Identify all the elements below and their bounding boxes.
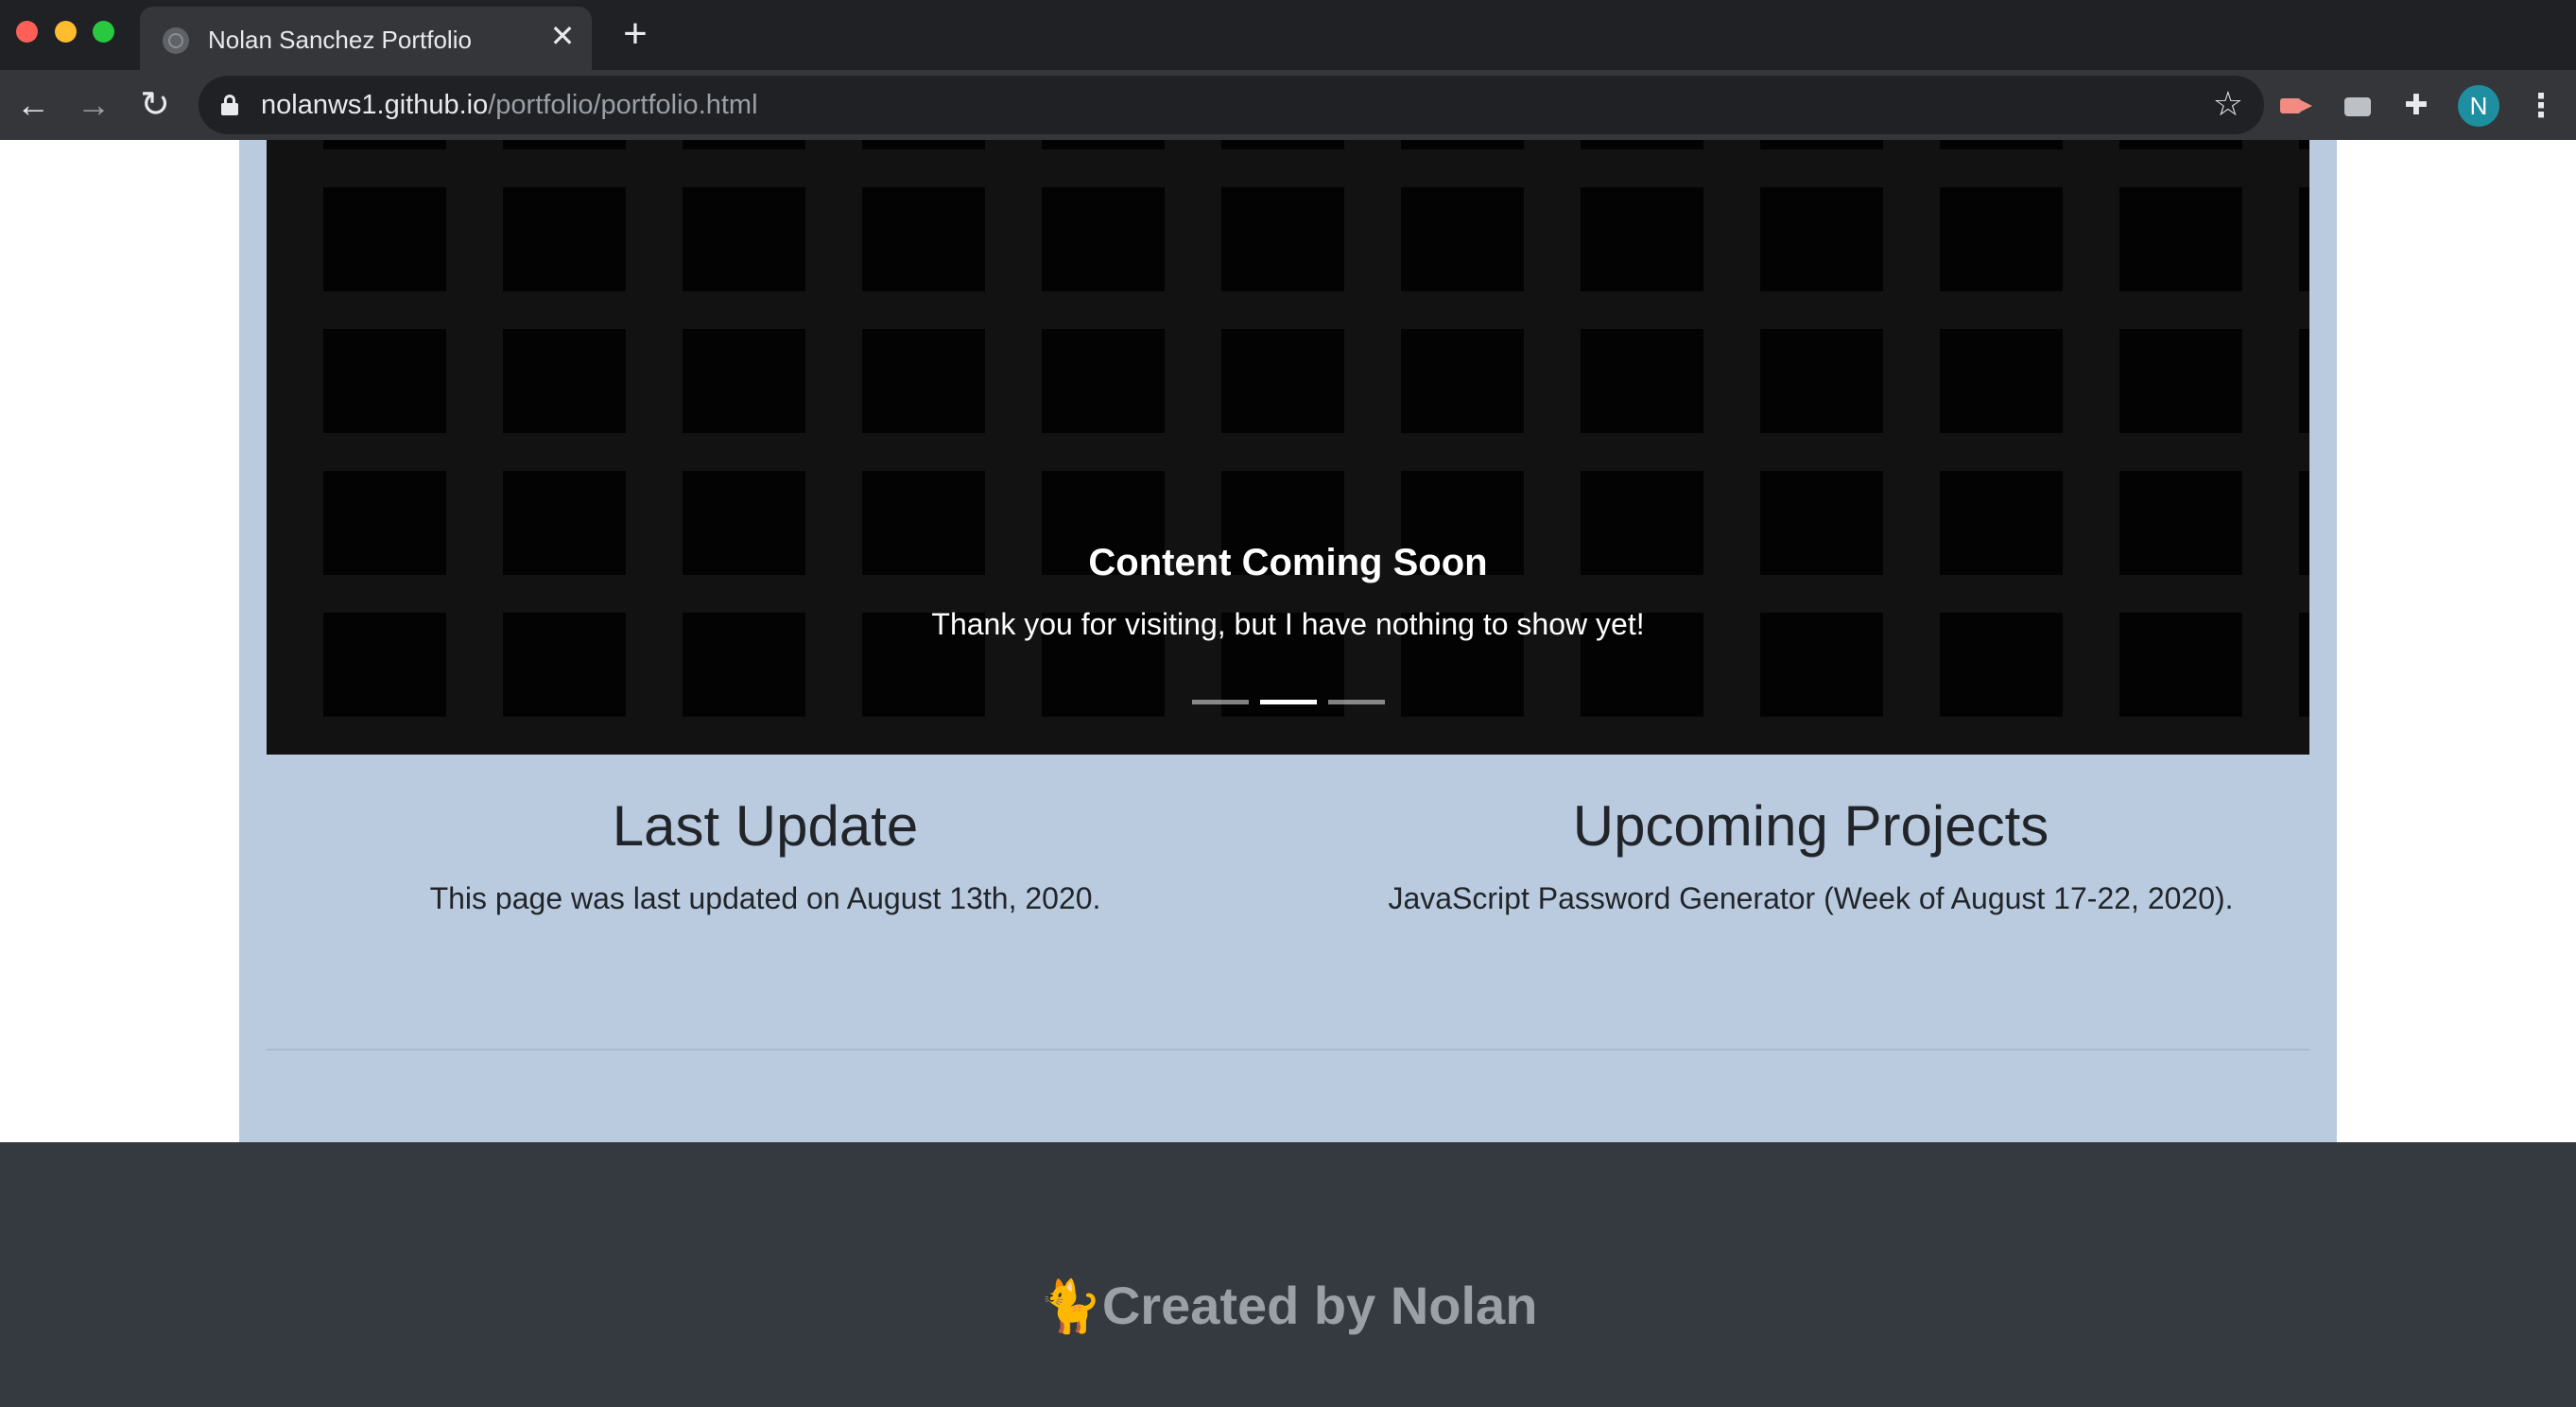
video-extension-icon[interactable] bbox=[2276, 87, 2314, 125]
cat-icon: 🐈 bbox=[1038, 1278, 1102, 1335]
profile-avatar[interactable]: N bbox=[2458, 85, 2499, 127]
url-host: nolanws1.github.io bbox=[261, 90, 489, 120]
address-bar[interactable]: nolanws1.github.io/portfolio/portfolio.h… bbox=[199, 76, 2264, 134]
carousel-indicator-2[interactable] bbox=[1259, 700, 1317, 704]
forward-icon[interactable]: → bbox=[72, 83, 115, 127]
close-window-button[interactable] bbox=[16, 21, 38, 43]
carousel-caption-text: Thank you for visiting, but I have nothi… bbox=[931, 607, 1645, 641]
lock-icon[interactable] bbox=[221, 95, 238, 115]
minimize-window-button[interactable] bbox=[55, 21, 77, 43]
last-update-text: This page was last updated on August 13t… bbox=[429, 881, 1101, 915]
new-tab-button[interactable]: + bbox=[616, 13, 654, 55]
reload-icon[interactable]: ↻ bbox=[133, 83, 177, 127]
footer-credit: 🐈Created by Nolan bbox=[0, 1275, 2576, 1337]
bookmark-star-icon[interactable]: ☆ bbox=[2213, 85, 2243, 123]
carousel[interactable]: Content Coming Soon Thank you for visiti… bbox=[267, 140, 2309, 755]
footer: 🐈Created by Nolan bbox=[0, 1142, 2576, 1407]
carousel-indicators bbox=[267, 700, 2309, 704]
page-content: Content Coming Soon Thank you for visiti… bbox=[0, 140, 2576, 1407]
upcoming-projects-section: Upcoming Projects JavaScript Password Ge… bbox=[1312, 792, 2309, 916]
url-path: /portfolio/portfolio.html bbox=[488, 90, 758, 120]
browser-menu-icon[interactable]: ⋮ bbox=[2522, 85, 2560, 127]
globe-icon bbox=[163, 27, 189, 54]
extensions-puzzle-icon[interactable]: ✚ bbox=[2397, 87, 2435, 125]
carousel-indicator-1[interactable] bbox=[1191, 700, 1249, 704]
last-update-heading: Last Update bbox=[612, 794, 919, 858]
carousel-background-image bbox=[267, 140, 2309, 755]
footer-text: Created by Nolan bbox=[1101, 1276, 1538, 1335]
browser-tab[interactable]: Nolan Sanchez Portfolio ✕ bbox=[140, 7, 592, 70]
media-extension-icon[interactable] bbox=[2339, 87, 2377, 125]
last-update-section: Last Update This page was last updated o… bbox=[267, 792, 1264, 916]
back-icon[interactable]: ← bbox=[11, 83, 55, 127]
url-text[interactable]: nolanws1.github.io/portfolio/portfolio.h… bbox=[261, 90, 758, 121]
close-tab-icon[interactable]: ✕ bbox=[546, 20, 579, 52]
carousel-caption-title: Content Coming Soon bbox=[1088, 542, 1488, 583]
browser-tab-bar: Nolan Sanchez Portfolio ✕ + bbox=[0, 0, 2576, 70]
main-container: Content Coming Soon Thank you for visiti… bbox=[239, 140, 2337, 1142]
section-divider bbox=[267, 1049, 2309, 1051]
upcoming-projects-heading: Upcoming Projects bbox=[1572, 794, 2049, 858]
browser-toolbar: ← → ↻ nolanws1.github.io/portfolio/portf… bbox=[0, 70, 2576, 140]
tab-title: Nolan Sanchez Portfolio bbox=[208, 26, 472, 54]
upcoming-projects-text: JavaScript Password Generator (Week of A… bbox=[1388, 881, 2234, 915]
maximize-window-button[interactable] bbox=[93, 21, 114, 43]
carousel-indicator-3[interactable] bbox=[1327, 700, 1385, 704]
